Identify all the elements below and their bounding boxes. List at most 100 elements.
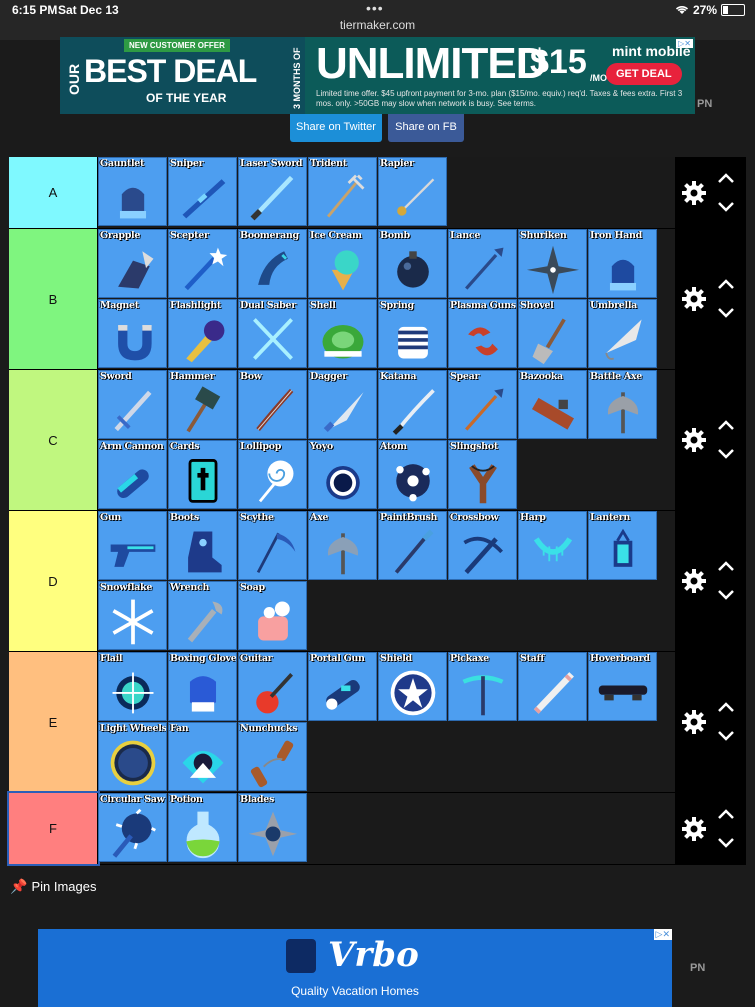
tier-label-d[interactable]: D — [9, 511, 98, 651]
pin-images[interactable]: 📌 Pin Images — [10, 878, 96, 895]
tier-label-f[interactable]: F — [7, 791, 100, 866]
yoyo-icon — [326, 466, 360, 500]
move-up-chevron-icon[interactable] — [717, 808, 735, 820]
tier-item[interactable]: Pickaxe — [448, 652, 517, 721]
tier-item[interactable]: Hoverboard — [588, 652, 657, 721]
address-bar[interactable]: tiermaker.com — [0, 18, 755, 32]
tier-item[interactable]: Portal Gun — [308, 652, 377, 721]
tier-item[interactable]: Shell — [308, 299, 377, 368]
tier-item[interactable]: Soap — [238, 581, 307, 650]
tier-item[interactable]: Umbrella — [588, 299, 657, 368]
tier-item[interactable]: Yoyo — [308, 440, 377, 509]
tier-item[interactable]: Circular Saw — [98, 793, 167, 862]
tier-item[interactable]: Ice Cream — [308, 229, 377, 298]
settings-gear-icon[interactable] — [681, 427, 707, 453]
tier-item[interactable]: Sword — [98, 370, 167, 439]
tier-item[interactable]: Shuriken — [518, 229, 587, 298]
tier-item[interactable]: Gauntlet — [98, 157, 167, 226]
tier-item[interactable]: Boomerang — [238, 229, 307, 298]
tier-item[interactable]: Harp — [518, 511, 587, 580]
settings-gear-icon[interactable] — [681, 286, 707, 312]
tier-item[interactable]: Hammer — [168, 370, 237, 439]
move-up-chevron-icon[interactable] — [717, 560, 735, 572]
tier-item[interactable]: Shield — [378, 652, 447, 721]
tier-item[interactable]: Blades — [238, 793, 307, 862]
tier-item[interactable]: Boots — [168, 511, 237, 580]
tier-item[interactable]: Trident — [308, 157, 377, 226]
tier-item[interactable]: Plasma Guns — [448, 299, 517, 368]
tier-item[interactable]: Sniper — [168, 157, 237, 226]
move-down-chevron-icon[interactable] — [717, 201, 735, 213]
vrbo-brand: Vrbo — [328, 935, 419, 975]
tier-item[interactable]: Lollipop — [238, 440, 307, 509]
move-down-chevron-icon[interactable] — [717, 730, 735, 742]
ad-choices-icon[interactable]: ▷✕ — [676, 39, 693, 48]
tier-item[interactable]: Fan — [168, 722, 237, 791]
tier-item[interactable]: Rapier — [378, 157, 447, 226]
tier-label-c[interactable]: C — [9, 370, 98, 510]
tier-item-label: Fan — [170, 723, 189, 734]
tier-item[interactable]: Scepter — [168, 229, 237, 298]
tier-item[interactable]: Flashlight — [168, 299, 237, 368]
cards-icon — [188, 459, 218, 503]
tier-item[interactable]: Nunchucks — [238, 722, 307, 791]
move-down-chevron-icon[interactable] — [717, 448, 735, 460]
move-up-chevron-icon[interactable] — [717, 278, 735, 290]
tier-item[interactable]: Wrench — [168, 581, 237, 650]
ad-get-deal-button[interactable]: GET DEAL — [606, 63, 682, 85]
tier-item[interactable]: Grapple — [98, 229, 167, 298]
move-down-chevron-icon[interactable] — [717, 589, 735, 601]
tier-item[interactable]: Dagger — [308, 370, 377, 439]
tier-item[interactable]: Atom — [378, 440, 447, 509]
settings-gear-icon[interactable] — [681, 568, 707, 594]
tier-item[interactable]: Cards — [168, 440, 237, 509]
share-facebook-button[interactable]: Share on FB — [388, 114, 464, 142]
tier-label-a[interactable]: A — [9, 157, 98, 228]
move-down-chevron-icon[interactable] — [717, 307, 735, 319]
tier-item-label: Gun — [100, 512, 122, 523]
settings-gear-icon[interactable] — [681, 816, 707, 842]
tier-item[interactable]: Shovel — [518, 299, 587, 368]
tier-item[interactable]: Katana — [378, 370, 447, 439]
tier-item[interactable]: Iron Hand — [588, 229, 657, 298]
tier-item-label: Magnet — [100, 300, 139, 311]
tier-item[interactable]: Lantern — [588, 511, 657, 580]
move-up-chevron-icon[interactable] — [717, 701, 735, 713]
tier-item[interactable]: Bomb — [378, 229, 447, 298]
tier-label-b[interactable]: B — [9, 229, 98, 369]
bottom-advertisement[interactable]: Vrbo Quality Vacation Homes ▷✕ — [38, 929, 672, 1007]
tier-item[interactable]: Bazooka — [518, 370, 587, 439]
top-advertisement[interactable]: NEW CUSTOMER OFFER OUR BEST DEAL OF THE … — [60, 37, 695, 114]
tier-item[interactable]: Dual Saber — [238, 299, 307, 368]
tier-item[interactable]: Flail — [98, 652, 167, 721]
tier-item[interactable]: Battle Axe — [588, 370, 657, 439]
tier-item[interactable]: Guitar — [238, 652, 307, 721]
more-dots-icon[interactable]: ••• — [366, 0, 384, 16]
settings-gear-icon[interactable] — [681, 180, 707, 206]
settings-gear-icon[interactable] — [681, 709, 707, 735]
share-twitter-button[interactable]: Share on Twitter — [290, 114, 382, 142]
tier-item[interactable]: Staff — [518, 652, 587, 721]
tier-item[interactable]: Spear — [448, 370, 517, 439]
tier-item[interactable]: Spring — [378, 299, 447, 368]
tier-item[interactable]: Crossbow — [448, 511, 517, 580]
tier-item[interactable]: Boxing Gloves — [168, 652, 237, 721]
tier-item[interactable]: Lance — [448, 229, 517, 298]
tier-item[interactable]: Potion — [168, 793, 237, 862]
tier-item[interactable]: PaintBrush — [378, 511, 447, 580]
ad-choices-icon[interactable]: ▷✕ — [653, 929, 672, 940]
tier-label-e[interactable]: E — [9, 652, 98, 792]
tier-item[interactable]: Arm Cannon — [98, 440, 167, 509]
move-up-chevron-icon[interactable] — [717, 419, 735, 431]
move-down-chevron-icon[interactable] — [717, 837, 735, 849]
tier-item[interactable]: Light Wheels — [98, 722, 167, 791]
tier-item[interactable]: Bow — [238, 370, 307, 439]
tier-item[interactable]: Gun — [98, 511, 167, 580]
tier-item[interactable]: Magnet — [98, 299, 167, 368]
tier-item[interactable]: Scythe — [238, 511, 307, 580]
tier-item[interactable]: Slingshot — [448, 440, 517, 509]
tier-item[interactable]: Laser Sword — [238, 157, 307, 226]
tier-item[interactable]: Snowflake — [98, 581, 167, 650]
move-up-chevron-icon[interactable] — [717, 172, 735, 184]
tier-item[interactable]: Axe — [308, 511, 377, 580]
